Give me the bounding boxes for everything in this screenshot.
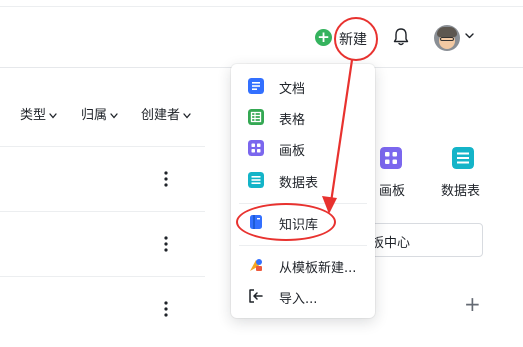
top-edge-line	[0, 0, 523, 7]
annotation-circle-new	[334, 17, 378, 61]
menu-item-label: 画板	[279, 144, 306, 159]
menu-item-from-template[interactable]: 从模板新建...	[231, 250, 375, 280]
import-icon	[249, 289, 263, 303]
chevron-down-icon	[110, 112, 118, 118]
menu-item-label: 从模板新建...	[279, 261, 357, 276]
menu-item-sheet[interactable]: 表格	[231, 102, 375, 132]
avatar-hair	[437, 27, 457, 37]
chevron-down-icon	[49, 112, 57, 118]
menu-item-label: 导入...	[279, 292, 318, 307]
bitable-icon	[248, 172, 264, 188]
user-avatar[interactable]	[434, 25, 460, 51]
filter-label: 创建者	[141, 108, 181, 123]
menu-divider	[239, 245, 367, 246]
menu-item-label: 文档	[279, 82, 306, 97]
template-icon	[250, 259, 262, 271]
more-vertical-icon[interactable]	[164, 301, 168, 317]
filter-creator[interactable]: 创建者	[141, 104, 191, 123]
sheet-icon	[248, 109, 264, 125]
chevron-down-icon	[183, 112, 191, 118]
top-bar: + 新建	[0, 0, 523, 68]
filter-label: 归属	[81, 108, 108, 123]
new-dropdown-menu: 文档 表格 画板 数据表 知识库 从模板新建... 导入...	[231, 64, 375, 318]
menu-item-label: 数据表	[279, 176, 319, 191]
menu-item-import[interactable]: 导入...	[231, 281, 375, 311]
page: + 新建 类型 归属 创建者 画板 数据表 板中心 + 文档 表格 画板 数据表…	[0, 0, 523, 347]
list-row-divider	[0, 146, 205, 147]
menu-item-doc[interactable]: 文档	[231, 71, 375, 101]
template-center-text: 板中心	[371, 236, 411, 251]
list-row-divider	[0, 211, 205, 212]
filter-label: 类型	[20, 108, 47, 123]
template-bitable-label[interactable]: 数据表	[441, 180, 480, 199]
menu-item-label: 表格	[279, 113, 306, 128]
annotation-circle-wiki	[236, 203, 336, 241]
doc-icon	[248, 78, 264, 94]
more-vertical-icon[interactable]	[164, 171, 168, 187]
menu-item-whiteboard[interactable]: 画板	[231, 133, 375, 163]
filter-owner[interactable]: 归属	[81, 104, 118, 123]
more-vertical-icon[interactable]	[164, 236, 168, 252]
whiteboard-icon	[248, 140, 264, 156]
avatar-glasses	[440, 37, 454, 41]
template-whiteboard-label[interactable]: 画板	[379, 180, 405, 199]
filter-type[interactable]: 类型	[20, 104, 57, 123]
whiteboard-icon[interactable]	[380, 147, 402, 169]
add-icon[interactable]: +	[464, 294, 481, 314]
menu-item-bitable[interactable]: 数据表	[231, 165, 375, 195]
list-row-divider	[0, 276, 205, 277]
new-plus-icon[interactable]: +	[315, 29, 332, 46]
notification-bell-icon[interactable]	[392, 27, 410, 47]
chevron-down-icon[interactable]	[465, 33, 474, 39]
bitable-icon[interactable]	[452, 147, 474, 169]
